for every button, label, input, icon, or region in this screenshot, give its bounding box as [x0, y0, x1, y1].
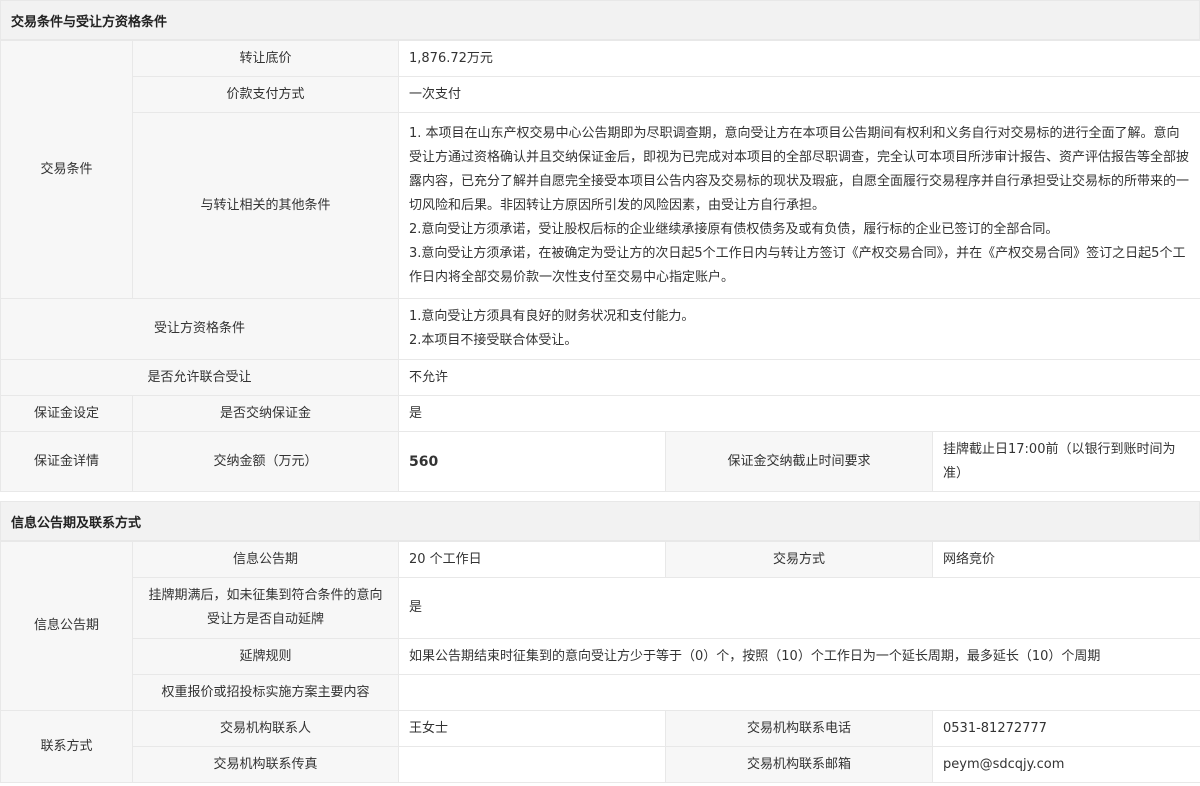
- other-condition-line: 1. 本项目在山东产权交易中心公告期即为尽职调查期，意向受让方在本项目公告期间有…: [409, 125, 1190, 213]
- section-header-trade-conditions: 交易条件与受让方资格条件: [0, 0, 1200, 40]
- contact-fax-label: 交易机构联系传真: [132, 746, 399, 783]
- contact-person-label: 交易机构联系人: [132, 710, 399, 747]
- qualification-line: 2.本项目不接受联合体受让。: [409, 333, 578, 348]
- qualification-value: 1.意向受让方须具有良好的财务状况和支付能力。 2.本项目不接受联合体受让。: [398, 298, 1200, 360]
- info-period-label: 信息公告期: [132, 541, 399, 578]
- auto-extend-value: 是: [398, 577, 1200, 639]
- contact-phone-label: 交易机构联系电话: [665, 710, 933, 747]
- weighted-plan-label: 权重报价或招投标实施方案主要内容: [132, 674, 399, 711]
- deposit-amount-value: 560: [398, 431, 666, 492]
- section-title: 信息公告期及联系方式: [11, 515, 142, 531]
- info-period-table: 信息公告期 信息公告期 20 个工作日 交易方式 网络竞价 挂牌期满后，如未征集…: [0, 541, 1200, 783]
- deposit-amount-label: 交纳金额（万元）: [132, 431, 399, 492]
- transfer-price-value: 1,876.72万元: [398, 40, 1200, 77]
- trade-mode-value: 网络竞价: [932, 541, 1200, 578]
- trade-conditions-group-label: 交易条件: [0, 40, 133, 299]
- extend-rule-value: 如果公告期结束时征集到的意向受让方少于等于（0）个，按照（10）个工作日为一个延…: [398, 638, 1200, 675]
- contact-group-label: 联系方式: [0, 710, 133, 783]
- contact-fax-value: [398, 746, 666, 783]
- other-conditions-value: 1. 本项目在山东产权交易中心公告期即为尽职调查期，意向受让方在本项目公告期间有…: [398, 112, 1200, 299]
- joint-transfer-value: 不允许: [398, 359, 1200, 396]
- info-period-group-label: 信息公告期: [0, 541, 133, 711]
- qualification-label: 受让方资格条件: [0, 298, 399, 360]
- extend-rule-label: 延牌规则: [132, 638, 399, 675]
- info-period-value: 20 个工作日: [398, 541, 666, 578]
- other-condition-line: 3.意向受让方须承诺，在被确定为受让方的次日起5个工作日内与转让方签订《产权交易…: [409, 245, 1186, 285]
- weighted-plan-value: [398, 674, 1200, 711]
- contact-email-value: peym@sdcqjy.com: [932, 746, 1200, 783]
- trade-conditions-table: 交易条件 转让底价 1,876.72万元 价款支付方式 一次支付 与转让相关的其…: [0, 40, 1200, 492]
- deposit-detail-label: 保证金详情: [0, 431, 133, 492]
- qualification-line: 1.意向受让方须具有良好的财务状况和支付能力。: [409, 309, 695, 324]
- trade-mode-label: 交易方式: [665, 541, 933, 578]
- deposit-required-value: 是: [398, 395, 1200, 432]
- transfer-price-label: 转让底价: [132, 40, 399, 77]
- other-condition-line: 2.意向受让方须承诺，受让股权后标的企业继续承接原有债权债务及或有负债，履行标的…: [409, 221, 1059, 237]
- other-conditions-label: 与转让相关的其他条件: [132, 112, 399, 299]
- deposit-deadline-label: 保证金交纳截止时间要求: [665, 431, 933, 492]
- deposit-required-label: 是否交纳保证金: [132, 395, 399, 432]
- contact-email-label: 交易机构联系邮箱: [665, 746, 933, 783]
- section-header-info-period: 信息公告期及联系方式: [0, 501, 1200, 541]
- contact-person-value: 王女士: [398, 710, 666, 747]
- deposit-deadline-value: 挂牌截止日17:00前（以银行到账时间为准）: [932, 431, 1200, 492]
- contact-phone-value: 0531-81272777: [932, 710, 1200, 747]
- joint-transfer-label: 是否允许联合受让: [0, 359, 399, 396]
- payment-method-label: 价款支付方式: [132, 76, 399, 113]
- section-title: 交易条件与受让方资格条件: [11, 14, 168, 30]
- auto-extend-label: 挂牌期满后，如未征集到符合条件的意向受让方是否自动延牌: [132, 577, 399, 639]
- deposit-setting-label: 保证金设定: [0, 395, 133, 432]
- payment-method-value: 一次支付: [398, 76, 1200, 113]
